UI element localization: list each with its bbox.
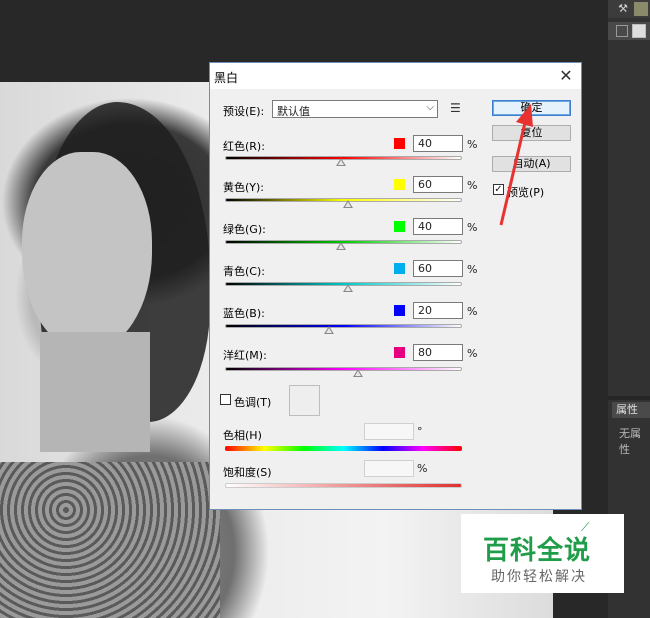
watermark: ⟋ 百科全说 助你轻松解决 (461, 514, 624, 593)
watermark-subtitle: 助你轻松解决 (491, 569, 587, 585)
watermark-title: 百科全说 (483, 536, 592, 566)
